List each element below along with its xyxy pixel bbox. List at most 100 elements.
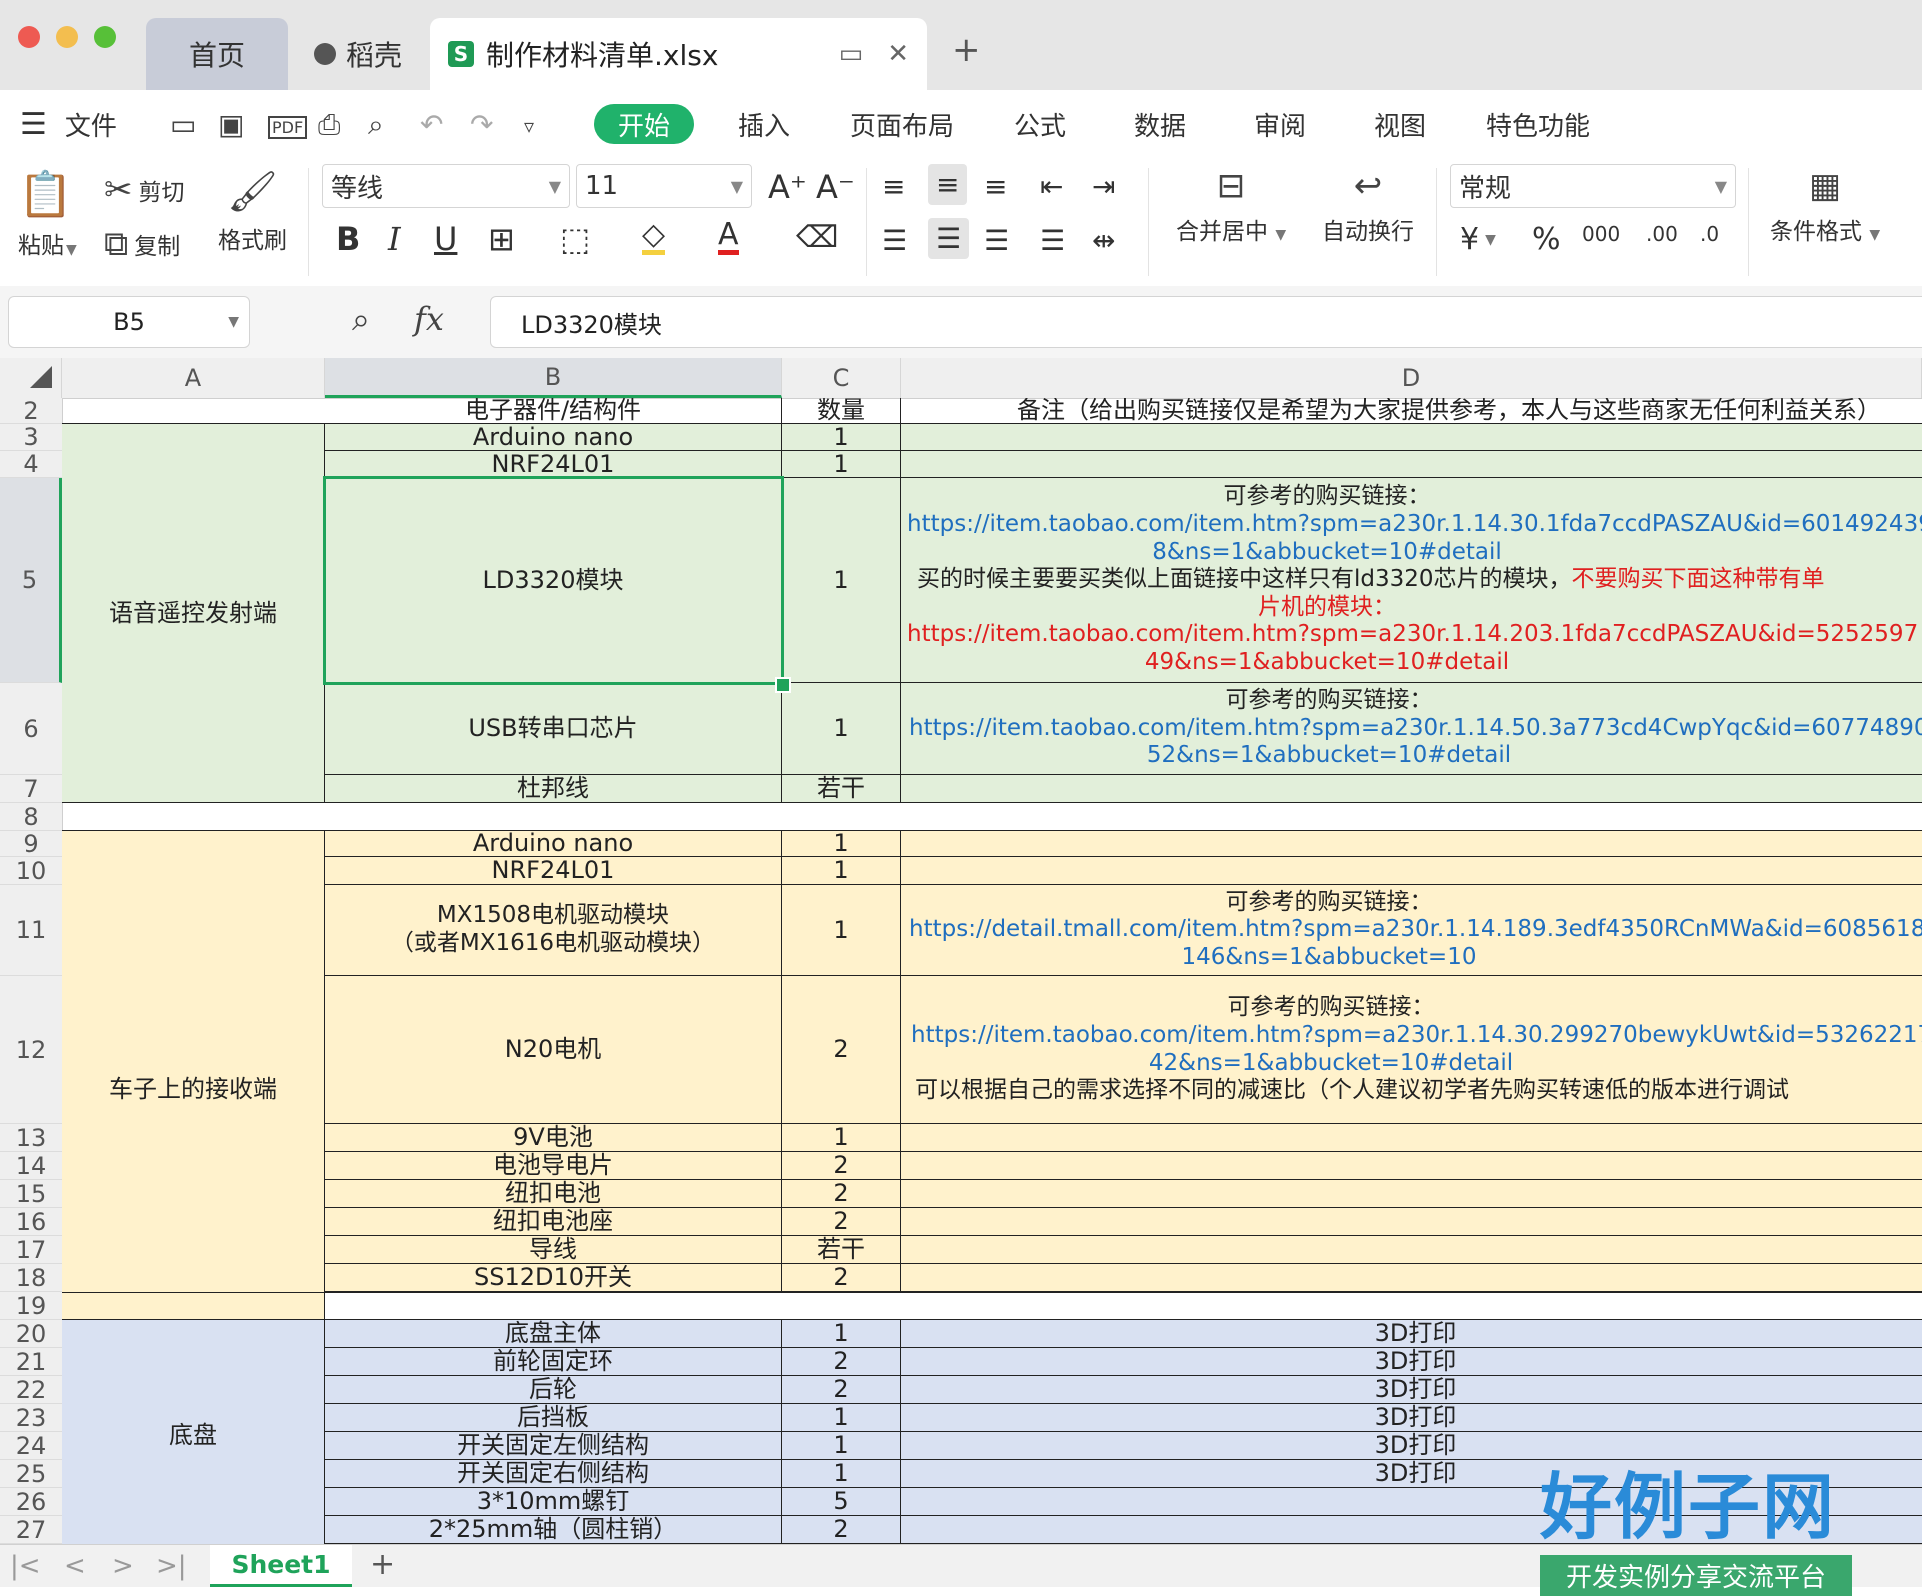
row-header[interactable]: 8 — [0, 803, 62, 831]
row-header[interactable]: 12 — [0, 976, 62, 1124]
cell-d12[interactable]: 可参考的购买链接： https://item.taobao.com/item.h… — [901, 976, 1922, 1124]
row-header[interactable]: 17 — [0, 1236, 62, 1264]
paste-dropdown-icon[interactable]: ▼ — [66, 242, 77, 258]
menu-review[interactable]: 审阅 — [1254, 90, 1306, 158]
cell-b13[interactable]: 9V电池 — [325, 1124, 782, 1152]
cell-c13[interactable]: 1 — [782, 1124, 901, 1152]
cell-d15[interactable] — [901, 1180, 1922, 1208]
row-header[interactable]: 19 — [0, 1292, 62, 1320]
chassis-cell-c[interactable]: 2 — [782, 1348, 901, 1376]
purchase-link[interactable]: https://item.taobao.com/item.htm?spm=a23… — [907, 511, 1922, 539]
row-header[interactable]: 22 — [0, 1376, 62, 1404]
group-label-receiver[interactable]: 车子上的接收端 — [62, 831, 325, 1348]
file-menu[interactable]: ☰ 文件 — [20, 90, 117, 158]
purchase-link-cont[interactable]: 146&ns=1&abbucket=10 — [909, 944, 1749, 972]
underline-button[interactable]: U — [434, 220, 457, 258]
row-header[interactable]: 11 — [0, 885, 62, 976]
align-left-icon[interactable]: ☰ — [882, 224, 907, 257]
chassis-cell-b[interactable]: 2*25mm轴（圆柱销） — [325, 1516, 782, 1544]
chassis-cell-d[interactable]: 3D打印 — [901, 1404, 1922, 1432]
new-tab-button[interactable]: + — [952, 30, 981, 70]
menu-insert[interactable]: 插入 — [738, 90, 790, 158]
close-window-button[interactable] — [18, 26, 40, 48]
print-icon[interactable]: ⎙ — [318, 108, 340, 142]
sheet-tab-sheet1[interactable]: Sheet1 — [210, 1545, 352, 1587]
cell-d6[interactable]: 可参考的购买链接： https://item.taobao.com/item.h… — [901, 683, 1922, 775]
cell-d9[interactable] — [901, 831, 1922, 857]
cell-c14[interactable]: 2 — [782, 1152, 901, 1180]
align-bottom-icon[interactable]: ≡ — [984, 170, 1007, 203]
menu-data[interactable]: 数据 — [1134, 90, 1186, 158]
cell-d17[interactable] — [901, 1236, 1922, 1264]
chassis-cell-d[interactable]: 3D打印 — [901, 1320, 1922, 1348]
font-color-icon[interactable]: A — [718, 220, 739, 255]
cell-style-icon[interactable]: ⬚ — [560, 220, 590, 258]
increase-font-icon[interactable]: A⁺ — [768, 168, 807, 206]
purchase-link[interactable]: https://detail.tmall.com/item.htm?spm=a2… — [909, 916, 1922, 944]
fill-color-icon[interactable]: ◇ — [642, 220, 666, 255]
chassis-cell-d[interactable]: 3D打印 — [901, 1348, 1922, 1376]
print-preview-icon[interactable]: ⌕ — [368, 108, 384, 142]
cell-b16[interactable]: 纽扣电池座 — [325, 1208, 782, 1236]
format-painter-button[interactable]: 🖌 格式刷 — [218, 168, 287, 255]
menu-page-layout[interactable]: 页面布局 — [850, 90, 954, 158]
row-header[interactable]: 27 — [0, 1516, 62, 1544]
cell-b3[interactable]: Arduino nano — [325, 424, 782, 451]
cell-b15[interactable]: 纽扣电池 — [325, 1180, 782, 1208]
row-header[interactable]: 16 — [0, 1208, 62, 1236]
cell-b5[interactable]: LD3320模块 — [325, 478, 782, 683]
tab-home[interactable]: 首页 — [146, 18, 288, 90]
purchase-link-cont[interactable]: 52&ns=1&abbucket=10#detail — [909, 742, 1749, 770]
column-header-c[interactable]: C — [782, 358, 901, 398]
cell-a2[interactable] — [62, 398, 325, 424]
cell-c2[interactable]: 数量 — [782, 398, 901, 424]
chassis-cell-c[interactable]: 1 — [782, 1460, 901, 1488]
row-header[interactable]: 20 — [0, 1320, 62, 1348]
number-format-select[interactable]: 常规 ▼ — [1450, 164, 1736, 208]
italic-button[interactable]: I — [388, 220, 401, 258]
menu-view[interactable]: 视图 — [1374, 90, 1426, 158]
row-header[interactable]: 3 — [0, 423, 62, 451]
row-header[interactable]: 25 — [0, 1460, 62, 1488]
borders-icon[interactable]: ⊞ — [488, 220, 515, 258]
cell-c11[interactable]: 1 — [782, 885, 901, 976]
font-name-select[interactable]: 等线 ▼ — [322, 164, 570, 208]
open-folder-icon[interactable]: ▭ — [170, 108, 196, 141]
cell-d4[interactable] — [901, 451, 1922, 478]
chassis-cell-b[interactable]: 后挡板 — [325, 1404, 782, 1432]
monitor-icon[interactable]: ▭ — [839, 39, 864, 69]
avoid-link[interactable]: https://item.taobao.com/item.htm?spm=a23… — [907, 621, 1918, 649]
distributed-align-icon[interactable]: ⇹ — [1092, 224, 1115, 257]
cell-c3[interactable]: 1 — [782, 424, 901, 451]
align-center-icon[interactable]: ☰ — [928, 218, 970, 259]
column-header-d[interactable]: D — [901, 358, 1922, 398]
row-header[interactable]: 23 — [0, 1404, 62, 1432]
menu-formulas[interactable]: 公式 — [1014, 90, 1066, 158]
chassis-cell-b[interactable]: 开关固定右侧结构 — [325, 1460, 782, 1488]
thousands-separator-button[interactable]: 000 — [1582, 222, 1620, 246]
cell-d18[interactable] — [901, 1264, 1922, 1292]
conditional-format-button[interactable]: ▦ 条件格式 ▼ — [1770, 166, 1880, 246]
align-middle-icon[interactable]: ≡ — [928, 164, 968, 205]
paste-button[interactable]: 📋 粘贴 — [18, 168, 73, 260]
cell-b14[interactable]: 电池导电片 — [325, 1152, 782, 1180]
row-header[interactable]: 7 — [0, 775, 62, 803]
chassis-cell-c[interactable]: 2 — [782, 1516, 901, 1544]
chassis-cell-b[interactable]: 底盘主体 — [325, 1320, 782, 1348]
row-header[interactable]: 21 — [0, 1348, 62, 1376]
chassis-cell-b[interactable]: 后轮 — [325, 1376, 782, 1404]
export-pdf-icon[interactable]: PDF — [268, 116, 308, 139]
row-header[interactable]: 15 — [0, 1180, 62, 1208]
purchase-link[interactable]: https://item.taobao.com/item.htm?spm=a23… — [909, 715, 1922, 743]
purchase-link[interactable]: https://item.taobao.com/item.htm?spm=a23… — [911, 1022, 1922, 1050]
row-header[interactable]: 26 — [0, 1488, 62, 1516]
wrap-text-button[interactable]: ↩ 自动换行 — [1322, 166, 1414, 246]
cell-b6[interactable]: USB转串口芯片 — [325, 683, 782, 775]
cell-d2[interactable]: 备注（给出购买链接仅是希望为大家提供参考，本人与这些商家无任何利益关系） — [901, 398, 1922, 424]
chassis-cell-b[interactable]: 3*10mm螺钉 — [325, 1488, 782, 1516]
cell-c5[interactable]: 1 — [782, 478, 901, 683]
increase-indent-icon[interactable]: ⇥ — [1092, 170, 1115, 203]
insert-function-button[interactable]: fx — [414, 300, 444, 338]
row-8-empty[interactable] — [62, 803, 1922, 831]
cell-d11[interactable]: 可参考的购买链接： https://detail.tmall.com/item.… — [901, 885, 1922, 976]
